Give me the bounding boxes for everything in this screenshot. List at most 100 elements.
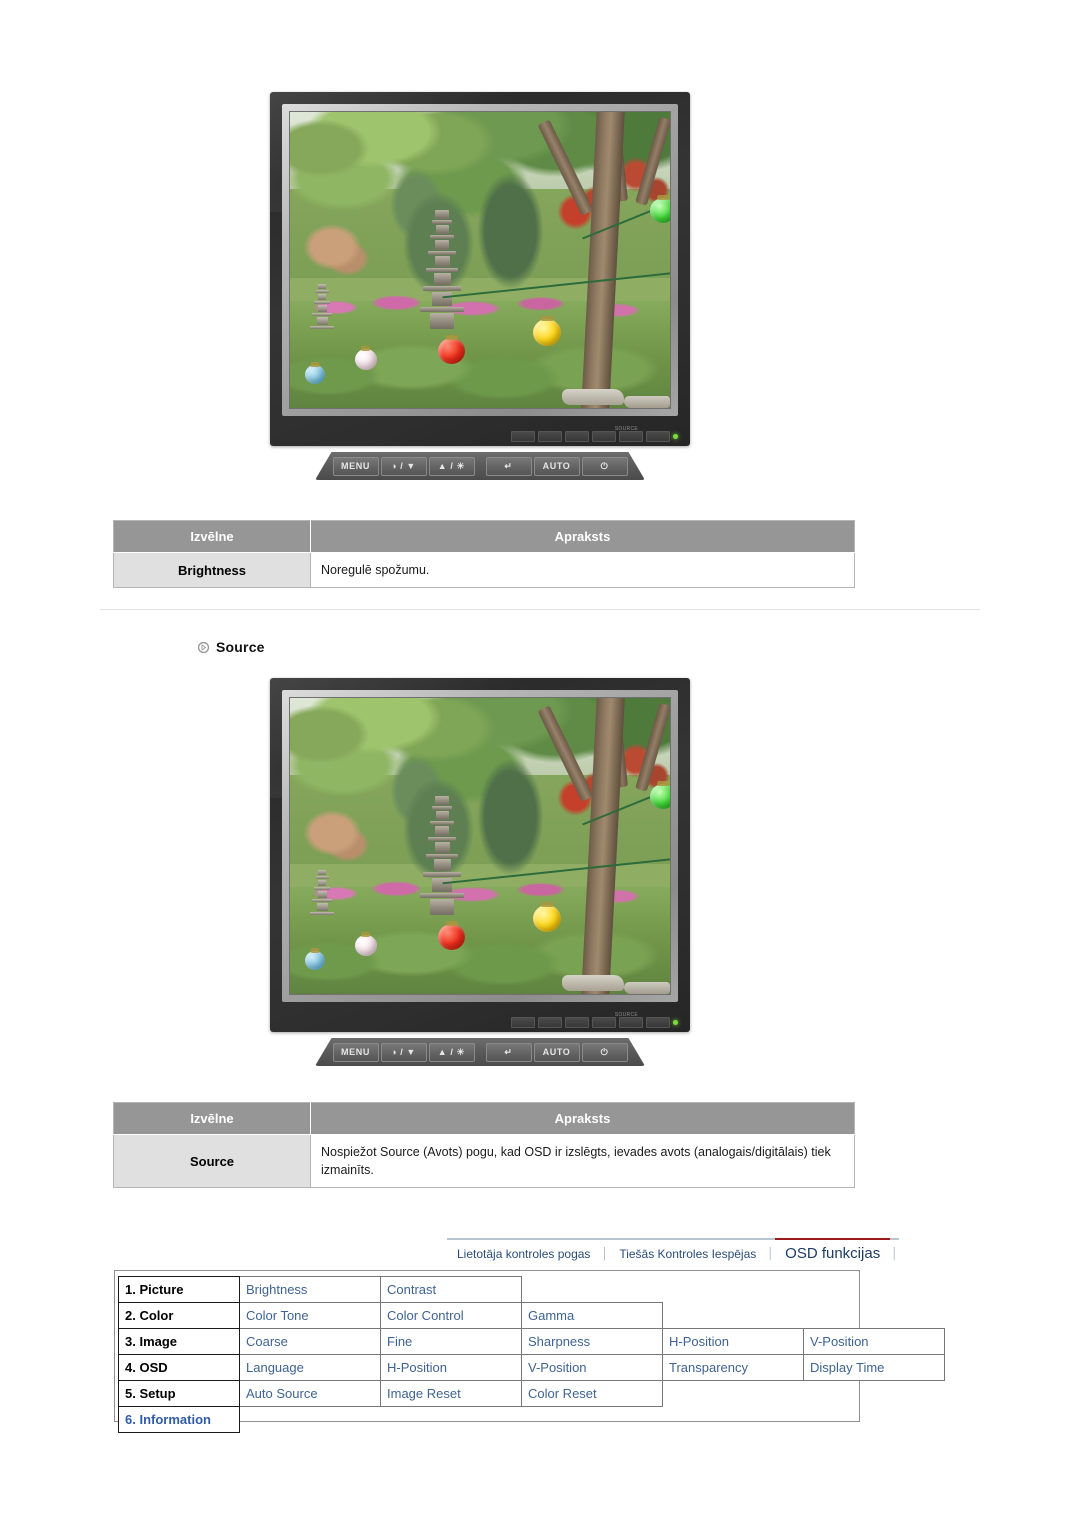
osd-item-cell[interactable]: Contrast	[380, 1276, 522, 1303]
osd-category-cell[interactable]: 1. Picture	[118, 1276, 240, 1303]
column-header-menu: Izvēlne	[113, 520, 311, 553]
osd-empty-cell	[663, 1407, 804, 1433]
scene-shrub-left	[297, 206, 374, 290]
bezel-mini-button-4[interactable]	[592, 1017, 616, 1028]
osd-category-cell[interactable]: 5. Setup	[118, 1380, 240, 1407]
osd-item-cell[interactable]: H-Position	[380, 1354, 522, 1381]
osd-item-cell[interactable]: Auto Source	[239, 1380, 381, 1407]
osd-item-cell[interactable]: Color Reset	[521, 1380, 663, 1407]
osd-item-cell[interactable]: V-Position	[521, 1354, 663, 1381]
scene-lantern-white	[354, 934, 377, 956]
bezel-mini-button-3[interactable]	[565, 1017, 589, 1028]
menu-button[interactable]: MENU	[332, 1042, 379, 1062]
monitor-bezel: SOURCE	[270, 678, 690, 1032]
osd-item-cell[interactable]: Sharpness	[521, 1328, 663, 1355]
osd-empty-cell	[663, 1303, 804, 1329]
monitor-control-bar: MENU ◑ / ▼ ▲ / ☀ ↵ AUTO ⏻	[315, 452, 645, 480]
osd-empty-cell	[804, 1303, 945, 1329]
scene-lantern-yellow	[533, 318, 562, 346]
scene-lantern-red	[438, 337, 466, 364]
power-led-icon	[673, 434, 678, 439]
osd-category-cell[interactable]: 4. OSD	[118, 1354, 240, 1381]
monitor-screen	[289, 111, 671, 409]
power-button[interactable]: ⏻	[581, 456, 628, 476]
osd-item-cell[interactable]: Language	[239, 1354, 381, 1381]
scene-stone-pagoda-small	[309, 869, 335, 941]
auto-button[interactable]: AUTO	[533, 456, 580, 476]
osd-empty-cell	[381, 1407, 522, 1433]
osd-item-cell[interactable]: Color Control	[380, 1302, 522, 1329]
bezel-mini-button-1[interactable]	[511, 431, 535, 442]
monitor-bezel: SOURCE	[270, 92, 690, 446]
scene-stone-pagoda-small	[309, 283, 335, 355]
osd-matrix-row: 2. Color Color Tone Color Control Gamma	[118, 1302, 945, 1329]
table-row: Source Nospiežot Source (Avots) pogu, kad…	[113, 1134, 855, 1188]
circle-arrow-icon	[198, 641, 209, 653]
nav-direct-control-features[interactable]: Tiešās Kontroles Iespējas	[609, 1238, 767, 1266]
osd-item-cell[interactable]: V-Position	[803, 1328, 945, 1355]
menu-description-cell: Nospiežot Source (Avots) pogu, kad OSD i…	[310, 1134, 855, 1188]
osd-item-cell[interactable]: Image Reset	[380, 1380, 522, 1407]
osd-empty-cell	[240, 1407, 381, 1433]
scene-rock-secondary	[624, 982, 670, 994]
bezel-mini-button-1[interactable]	[511, 1017, 535, 1028]
osd-item-cell[interactable]: Transparency	[662, 1354, 804, 1381]
osd-item-cell[interactable]: Coarse	[239, 1328, 381, 1355]
osd-item-cell[interactable]: Brightness	[239, 1276, 381, 1303]
column-header-description: Apraksts	[310, 1102, 855, 1135]
osd-empty-cell	[804, 1277, 945, 1303]
scene-stone-pagoda	[417, 209, 467, 349]
scene-lantern-yellow	[533, 904, 562, 932]
table-header-row: Izvēlne Apraksts	[113, 520, 855, 553]
enter-button[interactable]: ↵	[485, 456, 532, 476]
osd-empty-cell	[522, 1407, 663, 1433]
brightness-down-button[interactable]: ◑ / ▼	[380, 456, 427, 476]
osd-category-cell[interactable]: 2. Color	[118, 1302, 240, 1329]
osd-empty-cell	[804, 1407, 945, 1433]
scene-rock	[562, 975, 625, 992]
bezel-mini-button-2[interactable]	[538, 431, 562, 442]
monitor-inner-frame	[282, 104, 678, 416]
scene-lantern-green	[650, 783, 670, 809]
menu-description-cell: Noregulē spožumu.	[310, 552, 855, 588]
enter-button[interactable]: ↵	[485, 1042, 532, 1062]
osd-item-cell[interactable]: Color Tone	[239, 1302, 381, 1329]
osd-matrix-row: 6. Information	[118, 1406, 945, 1433]
power-button[interactable]: ⏻	[581, 1042, 628, 1062]
menu-button[interactable]: MENU	[332, 456, 379, 476]
menu-name-cell: Source	[113, 1134, 311, 1188]
auto-button[interactable]: AUTO	[533, 1042, 580, 1062]
up-brightness-button[interactable]: ▲ / ☀	[428, 1042, 475, 1062]
bezel-mini-button-5[interactable]	[619, 431, 643, 442]
osd-category-cell[interactable]: 3. Image	[118, 1328, 240, 1355]
bezel-mini-button-2[interactable]	[538, 1017, 562, 1028]
navbar-separator: │	[890, 1238, 900, 1267]
brightness-down-button[interactable]: ◑ / ▼	[380, 1042, 427, 1062]
bezel-mini-button-5[interactable]	[619, 1017, 643, 1028]
monitor-control-bar: MENU ◑ / ▼ ▲ / ☀ ↵ AUTO ⏻	[315, 1038, 645, 1066]
bezel-mini-button-3[interactable]	[565, 431, 589, 442]
section-divider	[100, 609, 980, 610]
bezel-mini-button-6[interactable]	[646, 431, 670, 442]
navbar-separator: │	[766, 1238, 776, 1267]
bezel-mini-button-6[interactable]	[646, 1017, 670, 1028]
osd-item-cell[interactable]: Display Time	[803, 1354, 945, 1381]
bezel-mini-button-4[interactable]	[592, 431, 616, 442]
osd-item-cell[interactable]: Gamma	[521, 1302, 663, 1329]
up-brightness-button[interactable]: ▲ / ☀	[428, 456, 475, 476]
table-row: Brightness Noregulē spožumu.	[113, 552, 855, 588]
bezel-mini-controls[interactable]	[511, 1017, 678, 1028]
osd-item-cell[interactable]: H-Position	[662, 1328, 804, 1355]
bezel-mini-controls[interactable]	[511, 431, 678, 442]
scene-lantern-white	[354, 348, 377, 370]
osd-item-cell[interactable]: Fine	[380, 1328, 522, 1355]
osd-category-cell[interactable]: 6. Information	[118, 1406, 240, 1433]
nav-osd-functions[interactable]: OSD funkcijas	[775, 1238, 891, 1267]
nav-user-control-buttons[interactable]: Lietotāja kontroles pogas	[447, 1238, 601, 1266]
scene-rock	[562, 389, 625, 406]
osd-matrix-row: 4. OSD Language H-Position V-Position Transp…	[118, 1354, 945, 1381]
section-navbar: Lietotāja kontroles pogas │ Tiešās Kontrol…	[447, 1238, 900, 1267]
monitor-screen	[289, 697, 671, 995]
osd-empty-cell	[663, 1381, 804, 1407]
scene-shrub-left	[297, 792, 374, 876]
